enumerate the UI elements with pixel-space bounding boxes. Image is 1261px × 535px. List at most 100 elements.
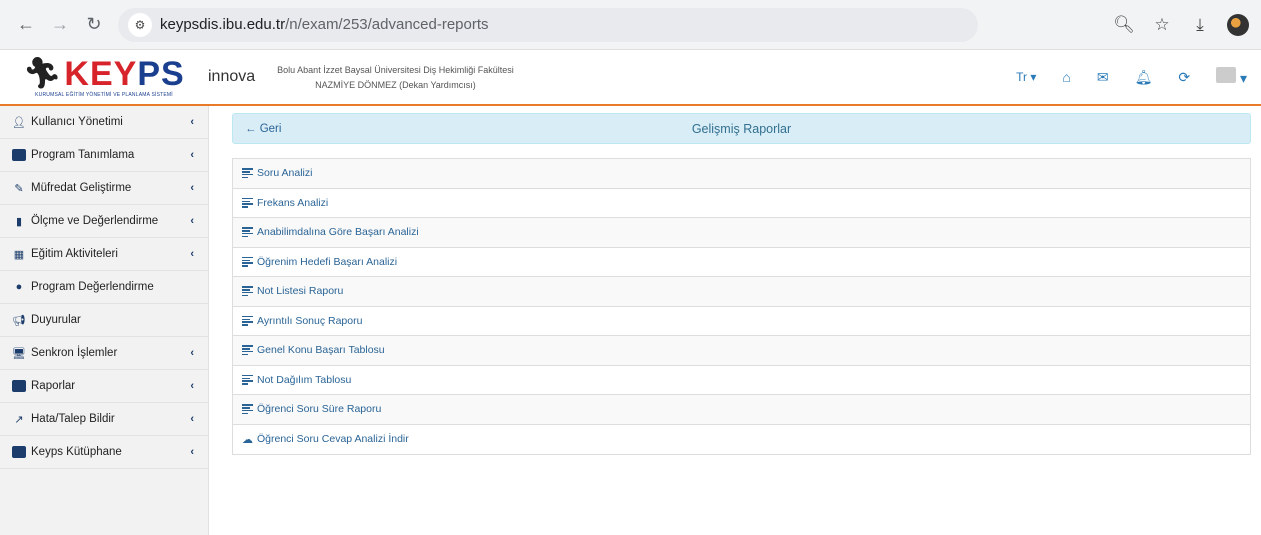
report-item-soru-analizi[interactable]: Soru Analizi — [233, 159, 1250, 189]
sidebar-item-senkron-islemler[interactable]: 🖥︎ Senkron İşlemler ‹ — [0, 337, 208, 370]
report-label: Anabilimdalına Göre Başarı Analizi — [257, 226, 419, 239]
bookmark-star-icon[interactable]: ☆ — [1151, 15, 1173, 35]
panel-header: ← Geri Gelişmiş Raporlar — [232, 113, 1251, 144]
logo-key: KEY — [64, 54, 138, 93]
sidebar-item-egitim-aktiviteleri[interactable]: ▦ Eğitim Aktiviteleri ‹ — [0, 238, 208, 271]
sidebar-item-keyps-kutuphane[interactable]: Keyps Kütüphane ‹ — [0, 436, 208, 469]
profile-avatar[interactable] — [1227, 13, 1249, 36]
sidebar-item-program-tanimlama[interactable]: Program Tanımlama ‹ — [0, 139, 208, 172]
logo-innova: innova — [208, 68, 256, 85]
pencil-icon: ✎ — [14, 182, 24, 195]
report-label: Soru Analizi — [257, 167, 313, 180]
back-button[interactable]: ← Geri — [245, 123, 281, 135]
download-icon[interactable]: ⤓ — [1189, 15, 1211, 35]
report-icon — [12, 380, 26, 392]
bell-icon[interactable]: 🔔︎ — [1135, 69, 1153, 86]
back-label: Geri — [259, 122, 282, 135]
report-list: Soru Analizi Frekans Analizi Anabilimdal… — [232, 158, 1251, 455]
chevron-left-icon: ‹ — [190, 149, 194, 161]
sidebar-item-hata-talep-bildir[interactable]: ↗ Hata/Talep Bildir ‹ — [0, 403, 208, 436]
logo-subtitle: KURUMSAL EĞİTİM YÖNETİMİ VE PLANLAMA SİS… — [35, 91, 173, 98]
share-square-icon: ↗ — [14, 413, 24, 426]
back-arrow-icon[interactable]: ← — [12, 11, 40, 39]
sidebar-item-label: Ölçme ve Değerlendirme — [31, 215, 159, 227]
sidebar-item-label: Program Tanımlama — [31, 149, 135, 161]
align-left-icon — [242, 345, 253, 356]
faculty-name: Bolu Abant İzzet Baysal Üniversitesi Diş… — [277, 64, 514, 75]
sidebar-item-label: Eğitim Aktiviteleri — [31, 248, 118, 260]
archive-icon — [12, 446, 26, 458]
chevron-left-icon: ‹ — [190, 347, 194, 359]
report-item-ogrenim-hedefi[interactable]: Öğrenim Hedefi Başarı Analizi — [233, 248, 1250, 277]
report-item-ayrintili-sonuc[interactable]: Ayrıntılı Sonuç Raporu — [233, 307, 1250, 336]
logo-wordmark: 🏃︎ KEY PS — [23, 57, 184, 91]
keyps-logo[interactable]: 🏃︎ KEY PS KURUMSAL EĞİTİM YÖNETİMİ VE PLAN… — [0, 49, 208, 105]
list-box-icon — [12, 149, 26, 161]
align-left-icon — [242, 168, 253, 179]
refresh-icon[interactable]: ⟳ — [1178, 69, 1190, 86]
chevron-left-icon: ‹ — [190, 182, 194, 194]
home-icon[interactable]: ⌂ — [1062, 69, 1070, 85]
chevron-left-icon: ‹ — [190, 413, 194, 425]
report-label: Not Listesi Raporu — [257, 285, 344, 298]
url-host: keypsdis.ibu.edu.tr — [160, 16, 286, 33]
align-left-icon — [242, 374, 253, 385]
user-icon: 👤︎ — [12, 116, 26, 129]
report-item-not-dagilim[interactable]: Not Dağılım Tablosu — [233, 366, 1250, 395]
cloud-download-icon: ☁ — [242, 433, 253, 446]
user-menu-icon — [1216, 67, 1237, 83]
align-left-icon — [242, 286, 253, 297]
page-title: Gelişmiş Raporlar — [691, 121, 792, 136]
sidebar-item-label: Duyurular — [31, 314, 81, 326]
address-bar[interactable]: ⚙ keypsdis.ibu.edu.tr/n/exam/253/advance… — [118, 7, 978, 42]
report-label: Frekans Analizi — [257, 196, 329, 209]
report-label: Öğrenci Soru Süre Raporu — [257, 403, 382, 416]
browser-toolbar: ← → ↻ ⚙ keypsdis.ibu.edu.tr/n/exam/253/a… — [0, 0, 1261, 50]
sidebar-item-label: Keyps Kütüphane — [31, 446, 122, 458]
report-label: Öğrenci Soru Cevap Analizi İndir — [257, 433, 409, 446]
report-label: Not Dağılım Tablosu — [257, 373, 352, 386]
comment-icon: ● — [15, 281, 23, 293]
sidebar-item-duyurular[interactable]: 📢︎ Duyurular — [0, 304, 208, 337]
align-left-icon — [242, 404, 253, 415]
sidebar-item-label: Müfredat Geliştirme — [31, 182, 132, 194]
report-item-not-listesi[interactable]: Not Listesi Raporu — [233, 277, 1250, 307]
align-left-icon — [242, 315, 253, 326]
url-path: /n/exam/253/advanced-reports — [285, 16, 489, 33]
report-item-frekans-analizi[interactable]: Frekans Analizi — [233, 189, 1250, 218]
logo-ps: PS — [137, 54, 185, 93]
report-item-genel-konu[interactable]: Genel Konu Başarı Tablosu — [233, 336, 1250, 366]
sidebar-item-mufredat-gelistirme[interactable]: ✎ Müfredat Geliştirme ‹ — [0, 172, 208, 205]
zoom-icon[interactable]: 🔍︎ — [1113, 15, 1135, 35]
report-item-soru-sure[interactable]: Öğrenci Soru Süre Raporu — [233, 395, 1250, 425]
sidebar: 👤︎ Kullanıcı Yönetimi ‹ Program Tanımlam… — [0, 106, 209, 535]
runner-icon: 🏃︎ — [23, 56, 63, 90]
language-dropdown[interactable]: Tr ▾ — [1016, 70, 1036, 84]
user-menu[interactable]: ▾ — [1216, 67, 1247, 87]
envelope-icon[interactable]: ✉ — [1097, 69, 1109, 86]
org-info: Bolu Abant İzzet Baysal Üniversitesi Diş… — [255, 65, 514, 90]
report-item-soru-cevap-indir[interactable]: ☁ Öğrenci Soru Cevap Analizi İndir — [233, 425, 1250, 455]
file-icon: ▮ — [15, 215, 23, 228]
app-header: 🏃︎ KEY PS KURUMSAL EĞİTİM YÖNETİMİ VE PLAN… — [0, 50, 1261, 106]
sidebar-item-kullanici-yonetimi[interactable]: 👤︎ Kullanıcı Yönetimi ‹ — [0, 106, 208, 139]
chevron-left-icon: ‹ — [190, 248, 194, 260]
forward-arrow-icon[interactable]: → — [46, 11, 74, 39]
url-text: keypsdis.ibu.edu.tr/n/exam/253/advanced-… — [160, 16, 489, 33]
grid-icon: ▦ — [13, 248, 25, 261]
report-item-anabilimdali-basari[interactable]: Anabilimdalına Göre Başarı Analizi — [233, 218, 1250, 248]
sidebar-item-label: Raporlar — [31, 380, 76, 392]
arrow-left-icon: ← — [245, 122, 257, 135]
language-label: Tr — [1016, 70, 1027, 84]
main-content: ← Geri Gelişmiş Raporlar Soru Analizi Fr… — [209, 106, 1261, 535]
chevron-left-icon: ‹ — [190, 116, 194, 128]
sidebar-item-program-degerlendirme[interactable]: ● Program Değerlendirme — [0, 271, 208, 304]
sidebar-item-raporlar[interactable]: Raporlar ‹ — [0, 370, 208, 403]
sidebar-item-label: Kullanıcı Yönetimi — [31, 116, 123, 128]
align-left-icon — [242, 227, 253, 238]
sidebar-item-olcme-degerlendirme[interactable]: ▮ Ölçme ve Değerlendirme ‹ — [0, 205, 208, 238]
reload-icon[interactable]: ↻ — [80, 11, 108, 39]
chevron-left-icon: ‹ — [190, 215, 194, 227]
site-info-icon[interactable]: ⚙ — [128, 12, 152, 37]
chevron-left-icon: ‹ — [190, 446, 194, 458]
